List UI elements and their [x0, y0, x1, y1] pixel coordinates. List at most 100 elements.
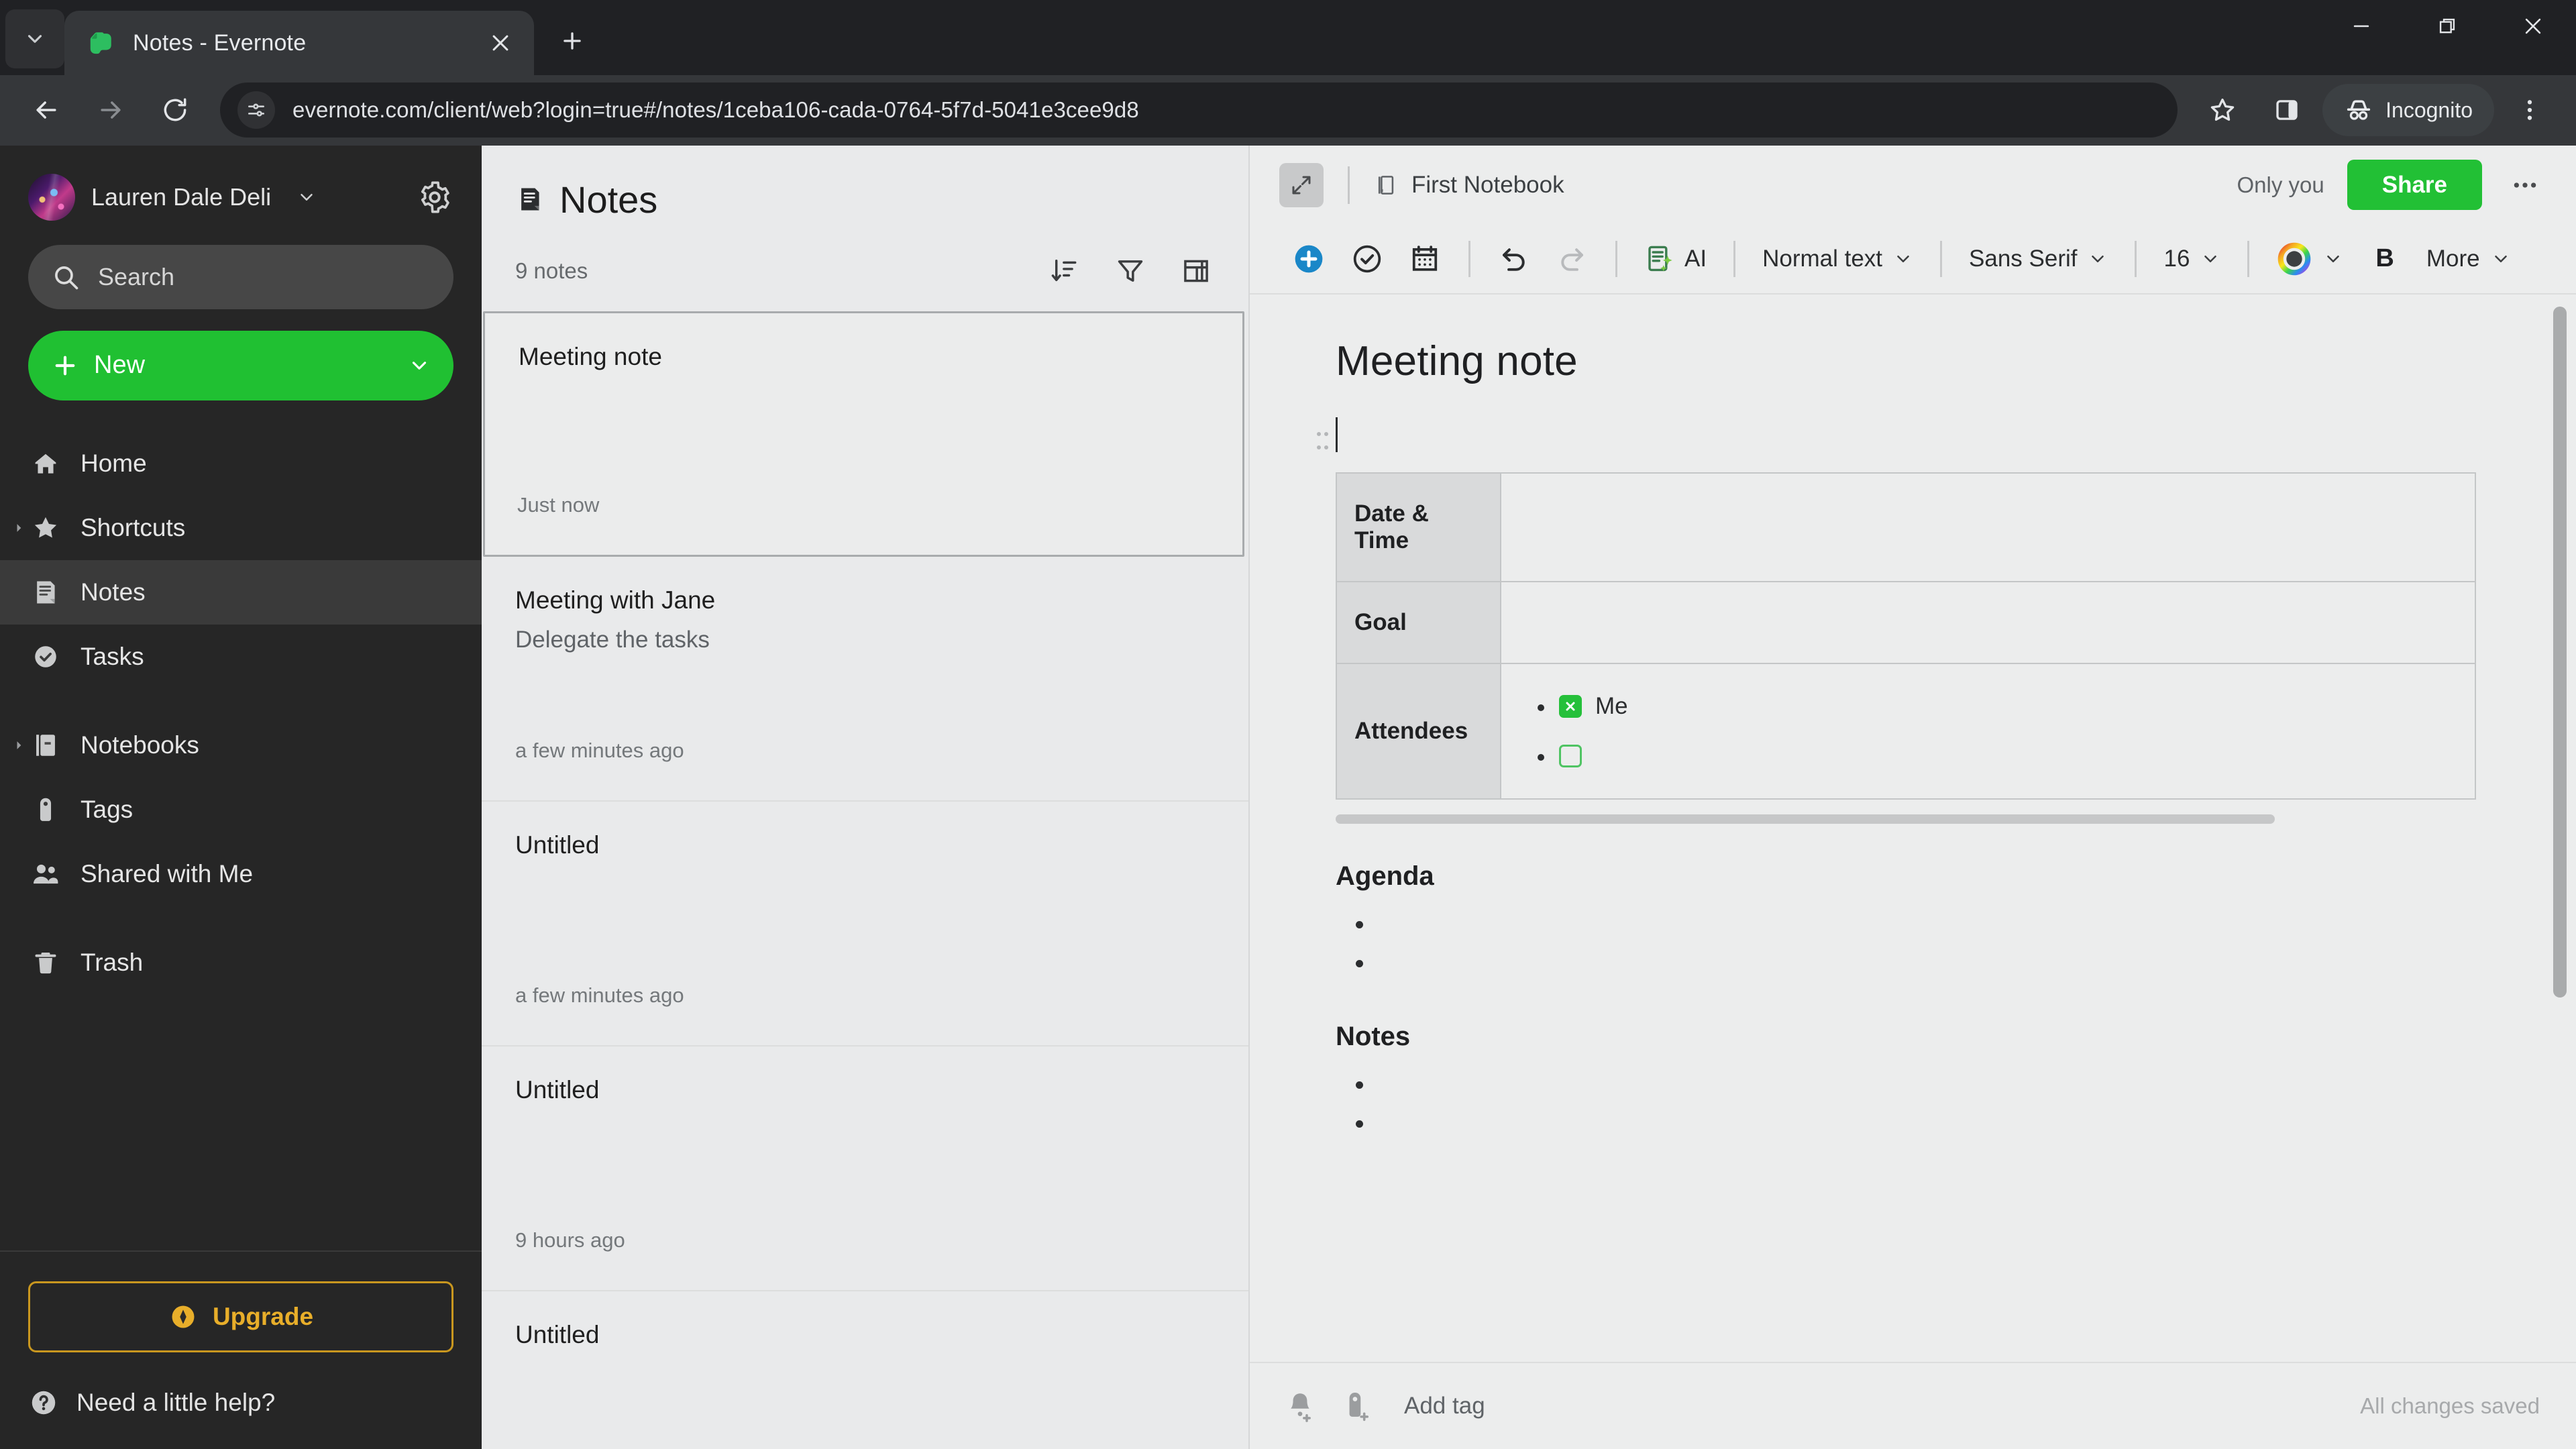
table-row-value[interactable] [1500, 472, 2476, 582]
view-layout-icon[interactable] [1177, 252, 1215, 290]
note-title[interactable]: Meeting note [1336, 337, 2496, 385]
home-icon [28, 446, 63, 481]
table-horizontal-scrollbar[interactable] [1336, 814, 2275, 824]
sidebar-item-home[interactable]: Home [0, 431, 482, 496]
sidebar-item-tags[interactable]: Tags [0, 777, 482, 842]
attendee-item[interactable] [1520, 731, 2456, 781]
editor-vertical-scrollbar[interactable] [2553, 306, 2567, 998]
address-bar[interactable]: evernote.com/client/web?login=true#/note… [220, 83, 2178, 138]
note-list-item[interactable]: Untitled [482, 1291, 1248, 1449]
forward-button[interactable] [82, 81, 140, 139]
font-family-select[interactable]: Sans Serif [1957, 235, 2120, 283]
window-maximize-button[interactable] [2404, 0, 2490, 52]
tab-search-button[interactable] [5, 9, 64, 68]
drag-handle-icon[interactable] [1317, 431, 1329, 449]
insert-task-button[interactable] [1338, 235, 1396, 283]
attendee-name: Me [1595, 692, 1628, 719]
bullet-item[interactable] [1336, 1067, 2496, 1106]
editor-toolbar: AI Normal text Sans Serif 16 B More [1250, 225, 2576, 294]
expand-arrow-icon[interactable] [9, 736, 28, 755]
note-list-item[interactable]: Meeting note Just now [483, 311, 1244, 557]
note-list-item[interactable]: Untitled 9 hours ago [482, 1046, 1248, 1291]
tag-add-icon[interactable] [1336, 1385, 1377, 1427]
meeting-details-table[interactable]: Date & Time Goal Attendees Me [1336, 472, 2476, 800]
back-button[interactable] [17, 81, 75, 139]
kebab-menu-icon [2527, 100, 2532, 121]
note-list-header: Notes 9 notes [482, 146, 1248, 290]
note-more-menu-icon[interactable] [2505, 165, 2545, 205]
undo-button[interactable] [1485, 235, 1543, 283]
sort-icon[interactable] [1046, 252, 1083, 290]
bullet-item[interactable] [1336, 906, 2496, 945]
chevron-down-icon [2200, 249, 2220, 269]
bullet-item[interactable] [1336, 945, 2496, 984]
attendee-item[interactable]: Me [1520, 682, 2456, 731]
bookmark-button[interactable] [2194, 81, 2251, 139]
table-row[interactable]: Attendees Me [1336, 662, 2476, 800]
sidebar-item-label: Notebooks [80, 731, 199, 759]
note-list-panel: Notes 9 notes Meeting note Just now Meet… [482, 145, 1250, 1449]
redo-button[interactable] [1543, 235, 1601, 283]
sidebar-item-shortcuts[interactable]: Shortcuts [0, 496, 482, 560]
checkbox-unchecked-icon[interactable] [1559, 744, 1582, 767]
expand-note-button[interactable] [1279, 162, 1324, 207]
browser-menu-button[interactable] [2501, 81, 2559, 139]
question-circle-icon [32, 1391, 56, 1415]
new-note-button[interactable]: New [28, 330, 453, 400]
account-row[interactable]: Lauren Dale Deli [0, 146, 482, 221]
share-button[interactable]: Share [2347, 160, 2482, 211]
note-list-item[interactable]: Meeting with Jane Delegate the tasks a f… [482, 556, 1248, 802]
insert-button[interactable] [1279, 235, 1338, 283]
insert-calendar-button[interactable] [1396, 235, 1454, 283]
incognito-indicator[interactable]: Incognito [2322, 84, 2494, 137]
note-icon [521, 188, 539, 211]
note-body-scroll-area[interactable]: Meeting note Date & Time Goal Attendees … [1250, 294, 2576, 1362]
note-list-item[interactable]: Untitled a few minutes ago [482, 801, 1248, 1046]
note-empty-paragraph[interactable] [1317, 417, 2496, 455]
reminder-add-icon[interactable] [1279, 1385, 1321, 1427]
sidebar-item-trash[interactable]: Trash [0, 930, 482, 995]
help-button[interactable]: Need a little help? [28, 1387, 453, 1418]
sidebar-item-notebooks[interactable]: Notebooks [0, 713, 482, 777]
sidebar-item-notes[interactable]: Notes [0, 559, 482, 625]
window-close-button[interactable] [2490, 0, 2576, 52]
more-formatting-button[interactable]: More [2414, 235, 2523, 283]
upgrade-label: Upgrade [212, 1303, 314, 1330]
site-settings-icon[interactable] [237, 91, 275, 129]
sidebar-item-label: Tasks [80, 642, 144, 670]
search-input[interactable]: Search [28, 244, 453, 309]
help-label: Need a little help? [76, 1389, 276, 1416]
expand-arrow-icon[interactable] [9, 519, 28, 537]
table-row-value[interactable] [1500, 580, 2476, 664]
notebook-selector[interactable]: First Notebook [1374, 172, 1564, 199]
new-note-dropdown-button[interactable] [408, 354, 431, 377]
bold-button[interactable]: B [2355, 235, 2414, 283]
browser-tab[interactable]: Notes - Evernote [64, 11, 534, 75]
upgrade-button[interactable]: Upgrade [28, 1281, 453, 1352]
sidebar-item-shared-with-me[interactable]: Shared with Me [0, 842, 482, 906]
reload-button[interactable] [146, 81, 204, 139]
sidebar-item-label: Notes [80, 578, 146, 606]
filter-icon[interactable] [1112, 252, 1149, 290]
new-tab-button[interactable] [546, 15, 598, 67]
table-row[interactable]: Goal [1336, 580, 2476, 664]
text-color-select[interactable] [2264, 235, 2355, 283]
note-canvas[interactable]: Meeting note Date & Time Goal Attendees … [1250, 337, 2576, 1144]
attendees-cell[interactable]: Me [1500, 662, 2476, 800]
sidebar-item-tasks[interactable]: Tasks [0, 625, 482, 689]
ai-button[interactable]: AI [1632, 235, 1719, 283]
font-size-select[interactable]: 16 [2151, 235, 2233, 283]
settings-gear-icon[interactable] [413, 176, 456, 219]
sidebar-nav: Home Shortcuts Notes Tasks Notebooks Tag… [0, 431, 482, 995]
reload-icon [164, 98, 186, 121]
paragraph-style-select[interactable]: Normal text [1750, 235, 1925, 283]
bullet-item[interactable] [1336, 1106, 2496, 1144]
add-tag-button[interactable]: Add tag [1404, 1393, 1485, 1419]
sidebar-item-label: Shared with Me [80, 859, 254, 888]
table-row[interactable]: Date & Time [1336, 472, 2476, 582]
side-panel-button[interactable] [2258, 81, 2316, 139]
tab-close-icon[interactable] [483, 25, 518, 60]
window-minimize-button[interactable] [2318, 0, 2404, 52]
checkbox-checked-icon[interactable] [1559, 694, 1582, 718]
